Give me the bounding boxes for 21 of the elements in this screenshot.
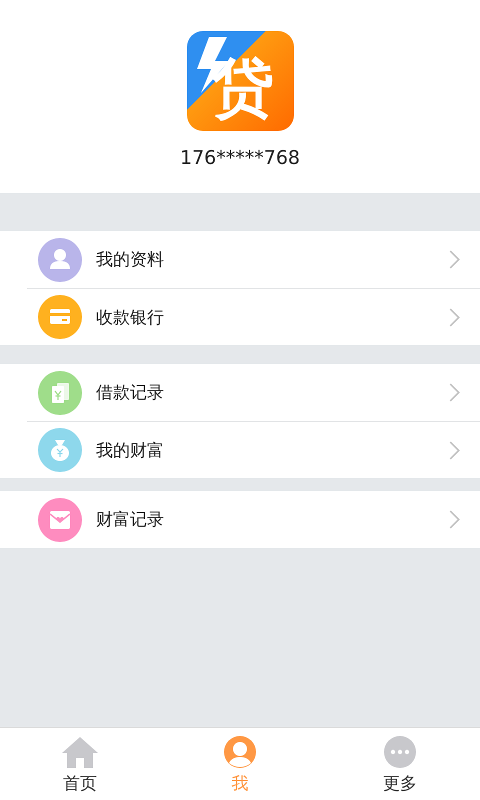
- menu-item[interactable]: 我的财富: [27, 421, 480, 478]
- tab[interactable]: 更多: [320, 728, 480, 800]
- chevron-right-icon: [449, 250, 460, 269]
- menu-item[interactable]: 收款银行: [27, 288, 480, 345]
- menu-label: 财富记录: [96, 509, 165, 531]
- menu-label: 我的资料: [96, 249, 165, 271]
- tab[interactable]: 首页: [0, 728, 160, 800]
- phone-number: 176*****768: [180, 147, 300, 169]
- menu-label: 我的财富: [96, 440, 165, 462]
- chevron-right-icon: [449, 510, 460, 529]
- menu-item[interactable]: 我的资料: [27, 231, 480, 288]
- profile-icon: [221, 736, 259, 768]
- logo-text: 贷: [212, 57, 274, 119]
- chevron-right-icon: [449, 440, 460, 460]
- home-icon: [61, 736, 99, 768]
- menu-label: 收款银行: [96, 306, 165, 328]
- menu-item[interactable]: 借款记录: [27, 364, 480, 421]
- more-icon: [381, 736, 419, 768]
- menu-label: 借款记录: [96, 382, 165, 404]
- chevron-right-icon: [449, 308, 460, 326]
- chevron-right-icon: [449, 383, 460, 402]
